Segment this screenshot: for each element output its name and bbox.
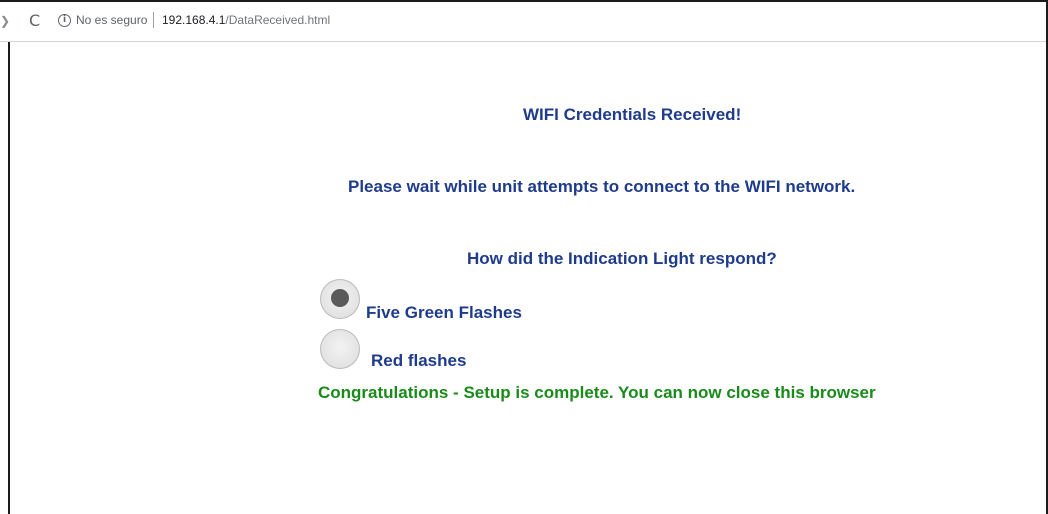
security-status[interactable]: No es seguro: [76, 13, 147, 28]
browser-window: ❯ C i No es seguro 192.168.4.1/DataRecei…: [0, 0, 1048, 514]
success-message: Congratulations - Setup is complete. You…: [318, 383, 876, 402]
url-path: /DataReceived.html: [225, 13, 331, 27]
wait-message: Please wait while unit attempts to conne…: [348, 177, 856, 196]
radio-five-green-flashes[interactable]: [320, 279, 360, 319]
address-bar: ❯ C i No es seguro 192.168.4.1/DataRecei…: [0, 2, 1046, 42]
radio-selected-dot: [331, 289, 349, 307]
page-content: WIFI Credentials Received! Please wait w…: [10, 43, 1046, 514]
radio-label-five-green-flashes[interactable]: Five Green Flashes: [366, 303, 522, 323]
radio-label-red-flashes[interactable]: Red flashes: [371, 351, 466, 371]
radio-red-flashes[interactable]: [320, 329, 360, 369]
url-host: 192.168.4.1: [162, 13, 226, 27]
indication-question: How did the Indication Light respond?: [467, 249, 777, 268]
url-field[interactable]: 192.168.4.1/DataReceived.html: [162, 13, 330, 28]
back-arrow-icon[interactable]: ❯: [0, 13, 10, 29]
address-separator: [153, 12, 154, 28]
reload-icon[interactable]: C: [29, 12, 40, 30]
page-title: WIFI Credentials Received!: [523, 105, 742, 124]
info-icon[interactable]: i: [58, 14, 71, 27]
